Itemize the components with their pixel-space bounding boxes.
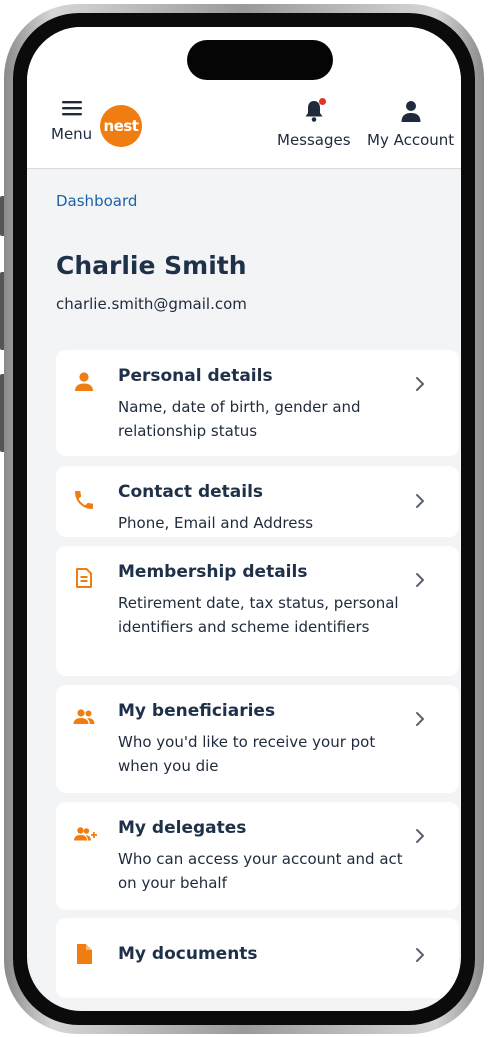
- logo-text: nest: [103, 117, 139, 135]
- messages-label: Messages: [277, 131, 351, 149]
- phone-frame: Menu nest Messages My Account Dashboard …: [4, 4, 484, 1034]
- user-icon: [401, 101, 421, 122]
- card-title: My beneficiaries: [118, 701, 276, 721]
- menu-label: Menu: [51, 125, 93, 143]
- phone-screen: Menu nest Messages My Account Dashboard …: [27, 27, 461, 1011]
- chevron-right-icon: [416, 377, 424, 391]
- chevron-right-icon: [416, 573, 424, 587]
- user-email: charlie.smith@gmail.com: [56, 295, 247, 313]
- card-title: Personal details: [118, 366, 273, 386]
- contact-details-card[interactable]: Contact details Phone, Email and Address: [56, 466, 459, 537]
- notification-dot: [318, 98, 326, 105]
- chevron-right-icon: [416, 829, 424, 843]
- person-icon: [75, 372, 93, 391]
- card-description: Who can access your account and act on y…: [118, 850, 403, 892]
- card-title: Membership details: [118, 562, 308, 582]
- card-description: Who you'd like to receive your pot when …: [118, 733, 376, 775]
- people-icon: [73, 709, 95, 724]
- dynamic-island: [187, 40, 333, 80]
- my-beneficiaries-card[interactable]: My beneficiaries Who you'd like to recei…: [56, 685, 459, 793]
- card-description: Name, date of birth, gender and relation…: [118, 398, 361, 440]
- people-add-icon: [74, 827, 97, 841]
- file-icon: [77, 944, 92, 964]
- card-title: Contact details: [118, 482, 264, 502]
- card-description: Phone, Email and Address: [118, 514, 314, 532]
- phone-bezel: Menu nest Messages My Account Dashboard …: [13, 13, 475, 1025]
- bell-icon-wrapper: [302, 98, 326, 123]
- card-title: My delegates: [118, 818, 247, 838]
- chevron-right-icon: [416, 494, 424, 508]
- chevron-right-icon: [416, 712, 424, 726]
- page-title-user-name: Charlie Smith: [56, 251, 247, 280]
- chevron-right-icon: [416, 948, 424, 962]
- my-documents-card[interactable]: My documents: [56, 918, 459, 998]
- card-title: My documents: [118, 944, 258, 964]
- my-account-label: My Account: [367, 131, 455, 149]
- hamburger-icon: [61, 101, 82, 116]
- my-account-button[interactable]: My Account: [367, 99, 454, 149]
- breadcrumb-dashboard[interactable]: Dashboard: [56, 192, 137, 210]
- card-description: Retirement date, tax status, personal id…: [118, 594, 399, 636]
- my-delegates-card[interactable]: My delegates Who can access your account…: [56, 802, 459, 910]
- personal-details-card[interactable]: Personal details Name, date of birth, ge…: [56, 350, 459, 456]
- document-icon: [76, 568, 92, 588]
- membership-details-card[interactable]: Membership details Retirement date, tax …: [56, 546, 459, 676]
- menu-button[interactable]: Menu: [51, 99, 92, 143]
- nest-logo[interactable]: nest: [100, 105, 142, 147]
- phone-icon: [75, 491, 93, 509]
- messages-button[interactable]: Messages: [277, 98, 351, 149]
